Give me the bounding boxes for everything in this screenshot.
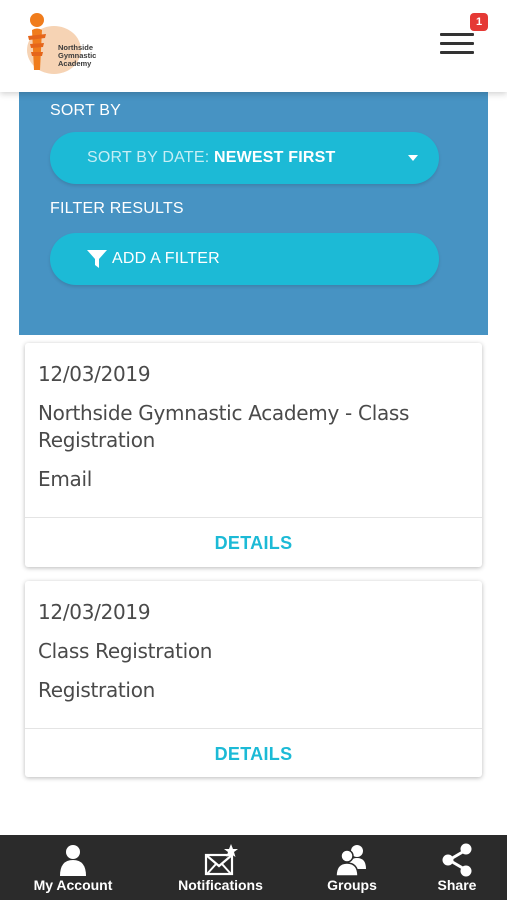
card-date: 12/03/2019 bbox=[38, 600, 151, 624]
menu-bar bbox=[440, 42, 474, 45]
result-card: 12/03/2019 Northside Gymnastic Academy -… bbox=[25, 343, 482, 567]
nav-groups[interactable]: Groups bbox=[312, 835, 392, 900]
nav-share[interactable]: Share bbox=[421, 835, 493, 900]
card-type: Registration bbox=[38, 678, 156, 702]
sort-dropdown-text: SORT BY DATE: NEWEST FIRST bbox=[87, 132, 336, 184]
academy-logo[interactable]: Northside Gymnastic Academy bbox=[18, 10, 96, 76]
add-filter-button[interactable]: ADD A FILTER bbox=[50, 233, 439, 285]
envelope-star-icon bbox=[204, 844, 238, 876]
card-type: Email bbox=[38, 467, 92, 491]
nav-label: Share bbox=[437, 877, 477, 893]
share-icon bbox=[442, 843, 472, 877]
sort-dropdown[interactable]: SORT BY DATE: NEWEST FIRST bbox=[50, 132, 439, 184]
details-button[interactable]: DETAILS bbox=[25, 518, 482, 568]
sort-value: NEWEST FIRST bbox=[214, 149, 336, 166]
nav-notifications[interactable]: Notifications bbox=[163, 835, 278, 900]
menu-button[interactable] bbox=[440, 30, 476, 58]
menu-bar bbox=[440, 51, 474, 54]
result-card: 12/03/2019 Class Registration Registrati… bbox=[25, 581, 482, 777]
group-icon bbox=[335, 845, 366, 877]
user-icon bbox=[60, 845, 86, 876]
filter-results-label: FILTER RESULTS bbox=[50, 200, 184, 217]
nav-my-account[interactable]: My Account bbox=[18, 835, 128, 900]
card-date: 12/03/2019 bbox=[38, 362, 151, 386]
filter-icon bbox=[87, 250, 107, 268]
card-title: Class Registration bbox=[38, 639, 213, 663]
nav-label: My Account bbox=[33, 877, 113, 893]
sort-by-label: SORT BY bbox=[50, 102, 122, 119]
app-header: Northside Gymnastic Academy 1 bbox=[0, 0, 507, 92]
details-button[interactable]: DETAILS bbox=[25, 729, 482, 779]
add-filter-label: ADD A FILTER bbox=[112, 250, 220, 267]
bottom-navigation: My Account Notifications Groups Share bbox=[0, 835, 507, 900]
nav-label: Groups bbox=[327, 877, 377, 893]
menu-bar bbox=[440, 33, 474, 36]
sort-prefix: SORT BY DATE: bbox=[87, 149, 214, 166]
chevron-down-icon bbox=[408, 155, 418, 161]
notification-badge: 1 bbox=[470, 13, 488, 31]
filter-panel: SORT BY SORT BY DATE: NEWEST FIRST FILTE… bbox=[19, 92, 488, 335]
card-title: Northside Gymnastic Academy - Class Regi… bbox=[38, 401, 410, 452]
logo-text: Northside Gymnastic Academy bbox=[58, 43, 97, 68]
nav-label: Notifications bbox=[178, 877, 263, 893]
